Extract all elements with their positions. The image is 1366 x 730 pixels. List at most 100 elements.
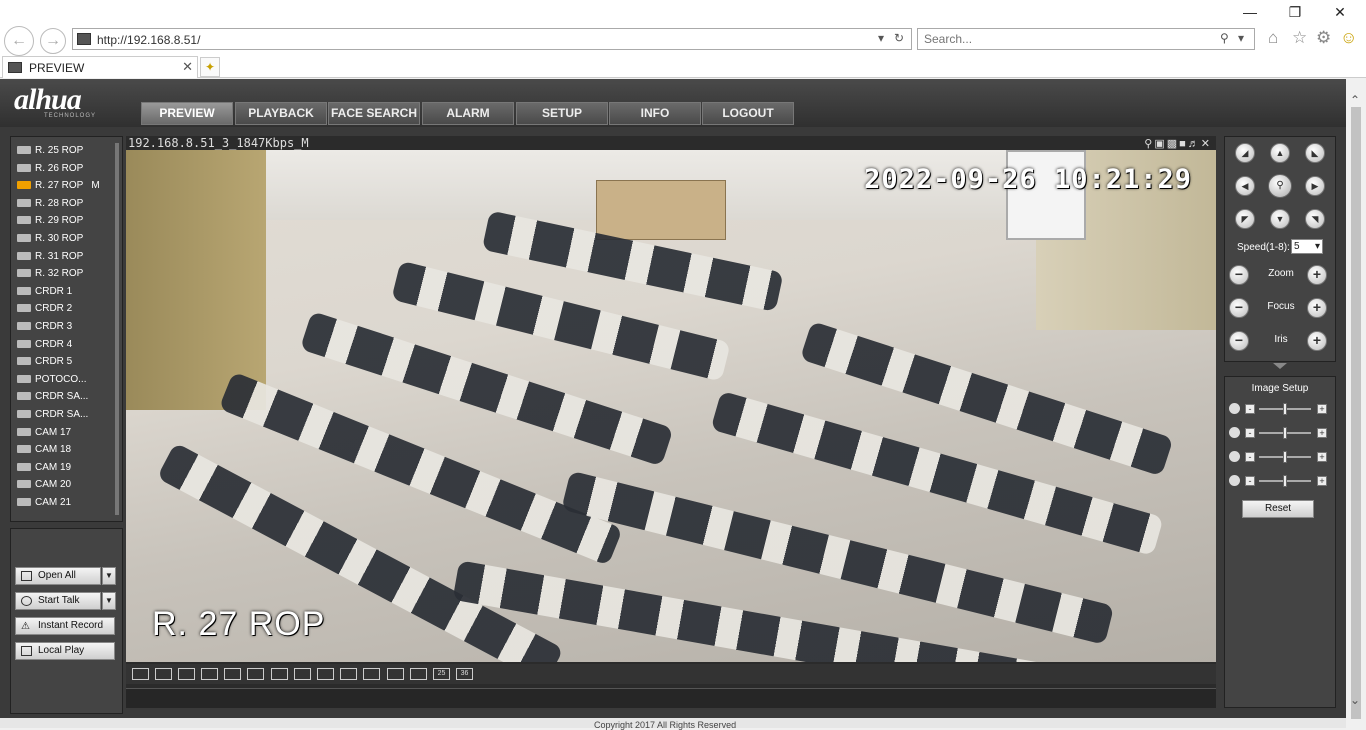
camera-item[interactable]: CRDR SA...: [17, 391, 88, 407]
camera-item[interactable]: CRDR 2: [17, 303, 72, 319]
ptz-down-icon[interactable]: ▼: [1270, 209, 1290, 229]
start-talk-button[interactable]: Start Talk: [15, 592, 101, 610]
layout-button-13[interactable]: [410, 668, 427, 680]
open-all-dropdown[interactable]: ▼: [102, 567, 116, 585]
scrollbar-thumb[interactable]: [1351, 107, 1361, 719]
camera-item[interactable]: CAM 18: [17, 444, 71, 460]
tab-logout[interactable]: LOGOUT: [702, 102, 794, 125]
ptz-right-icon[interactable]: ▶: [1305, 176, 1325, 196]
tab-face-search[interactable]: FACE SEARCH: [328, 102, 420, 125]
forward-arrow-icon[interactable]: →: [40, 28, 66, 54]
open-all-button[interactable]: Open All: [15, 567, 101, 585]
camera-item[interactable]: R. 25 ROP: [17, 145, 83, 161]
ptz-auto-icon[interactable]: ⚲: [1268, 174, 1292, 198]
ptz-down-left-icon[interactable]: ◤: [1235, 209, 1255, 229]
camera-item[interactable]: R. 31 ROP: [17, 251, 83, 267]
instant-record-button[interactable]: ⚠ Instant Record: [15, 617, 115, 635]
ptz-up-right-icon[interactable]: ◣: [1305, 143, 1325, 163]
address-bar[interactable]: http://192.168.8.51/ ▾ ↻: [72, 28, 912, 50]
camera-item[interactable]: R. 30 ROP: [17, 233, 83, 249]
tab-preview[interactable]: PREVIEW ✕: [2, 56, 198, 78]
camera-item[interactable]: R. 27 ROP M: [17, 180, 100, 196]
zoom-in-button[interactable]: +: [1307, 265, 1327, 285]
hue-increase-button[interactable]: +: [1317, 476, 1327, 486]
hue-decrease-button[interactable]: -: [1245, 476, 1255, 486]
layout-button-36[interactable]: 36: [456, 668, 473, 680]
layout-button-4[interactable]: [201, 668, 218, 680]
camera-item[interactable]: CRDR 3: [17, 321, 72, 337]
layout-button-10[interactable]: [340, 668, 357, 680]
iris-plus-button[interactable]: +: [1307, 331, 1327, 351]
layout-button-9[interactable]: [317, 668, 334, 680]
search-dropdown-icon[interactable]: ▾: [1238, 31, 1244, 45]
camera-item[interactable]: R. 32 ROP: [17, 268, 83, 284]
record-icon[interactable]: ■: [1179, 138, 1188, 150]
new-tab-button[interactable]: ✦: [200, 57, 220, 77]
audio-icon[interactable]: ♬: [1188, 138, 1201, 150]
contrast-increase-button[interactable]: +: [1317, 428, 1327, 438]
close-tab-icon[interactable]: ✕: [182, 59, 193, 75]
search-box[interactable]: ⚲ ▾: [917, 28, 1255, 50]
restore-button[interactable]: ❐: [1277, 2, 1313, 22]
saturation-decrease-button[interactable]: -: [1245, 452, 1255, 462]
camera-item[interactable]: CAM 21: [17, 497, 71, 513]
address-dropdown-icon[interactable]: ▾: [878, 31, 884, 45]
camera-item[interactable]: CRDR 5: [17, 356, 72, 372]
layout-button-12[interactable]: [387, 668, 404, 680]
layout-button-2[interactable]: [155, 668, 172, 680]
home-icon[interactable]: ⌂: [1268, 28, 1278, 48]
speed-select[interactable]: 5 ▾: [1291, 239, 1323, 254]
hue-slider-handle[interactable]: [1283, 475, 1287, 487]
search-icon[interactable]: ⚲: [1220, 31, 1229, 45]
layout-button-1[interactable]: [132, 668, 149, 680]
camera-item[interactable]: CAM 20: [17, 479, 71, 495]
zoom-icon[interactable]: ⚲: [1144, 138, 1154, 150]
layout-button-6[interactable]: [247, 668, 264, 680]
ptz-left-icon[interactable]: ◀: [1235, 176, 1255, 196]
ptz-collapse-icon[interactable]: [1273, 363, 1287, 369]
ptz-up-left-icon[interactable]: ◢: [1235, 143, 1255, 163]
layout-button-11[interactable]: [363, 668, 380, 680]
layout-button-5[interactable]: [224, 668, 241, 680]
local-play-button[interactable]: Local Play: [15, 642, 115, 660]
camera-item[interactable]: R. 28 ROP: [17, 198, 83, 214]
close-video-icon[interactable]: ✕: [1201, 138, 1212, 150]
star-icon[interactable]: ☆: [1292, 28, 1307, 48]
brightness-slider-handle[interactable]: [1283, 403, 1287, 415]
ptz-up-icon[interactable]: ▲: [1270, 143, 1290, 163]
scroll-up-icon[interactable]: ⌃: [1350, 93, 1360, 107]
camera-item[interactable]: POTOCO...: [17, 374, 87, 390]
reset-button[interactable]: Reset: [1242, 500, 1314, 518]
tab-info[interactable]: INFO: [609, 102, 701, 125]
focus-plus-button[interactable]: +: [1307, 298, 1327, 318]
camera-list-scrollbar[interactable]: [115, 143, 119, 515]
camera-item[interactable]: CAM 19: [17, 462, 71, 478]
camera-item[interactable]: R. 29 ROP: [17, 215, 83, 231]
layout-button-7[interactable]: [271, 668, 288, 680]
start-talk-dropdown[interactable]: ▼: [102, 592, 116, 610]
minimize-button[interactable]: —: [1232, 2, 1268, 22]
camera-item[interactable]: R. 26 ROP: [17, 163, 83, 179]
layout-button-25[interactable]: 25: [433, 668, 450, 680]
contrast-slider-handle[interactable]: [1283, 427, 1287, 439]
search-input[interactable]: [924, 32, 1204, 46]
close-window-button[interactable]: ✕: [1322, 2, 1358, 22]
brightness-decrease-button[interactable]: -: [1245, 404, 1255, 414]
saturation-increase-button[interactable]: +: [1317, 452, 1327, 462]
page-scrollbar[interactable]: ⌃ ⌄: [1346, 79, 1366, 728]
iris-minus-button[interactable]: −: [1229, 331, 1249, 351]
camera-item[interactable]: CRDR 1: [17, 286, 72, 302]
zoom-out-button[interactable]: −: [1229, 265, 1249, 285]
brightness-increase-button[interactable]: +: [1317, 404, 1327, 414]
saturation-slider-handle[interactable]: [1283, 451, 1287, 463]
focus-minus-button[interactable]: −: [1229, 298, 1249, 318]
layout-button-8[interactable]: [294, 668, 311, 680]
back-arrow-icon[interactable]: ←: [4, 26, 34, 56]
camera-item[interactable]: CRDR SA...: [17, 409, 88, 425]
camera-item[interactable]: CAM 17: [17, 427, 71, 443]
contrast-decrease-button[interactable]: -: [1245, 428, 1255, 438]
gear-icon[interactable]: ⚙: [1316, 28, 1331, 48]
live-video-feed[interactable]: 2022-09-26 10:21:29 R. 27 ROP: [126, 150, 1216, 662]
tab-playback[interactable]: PLAYBACK: [235, 102, 327, 125]
refresh-icon[interactable]: ↻: [894, 31, 904, 45]
